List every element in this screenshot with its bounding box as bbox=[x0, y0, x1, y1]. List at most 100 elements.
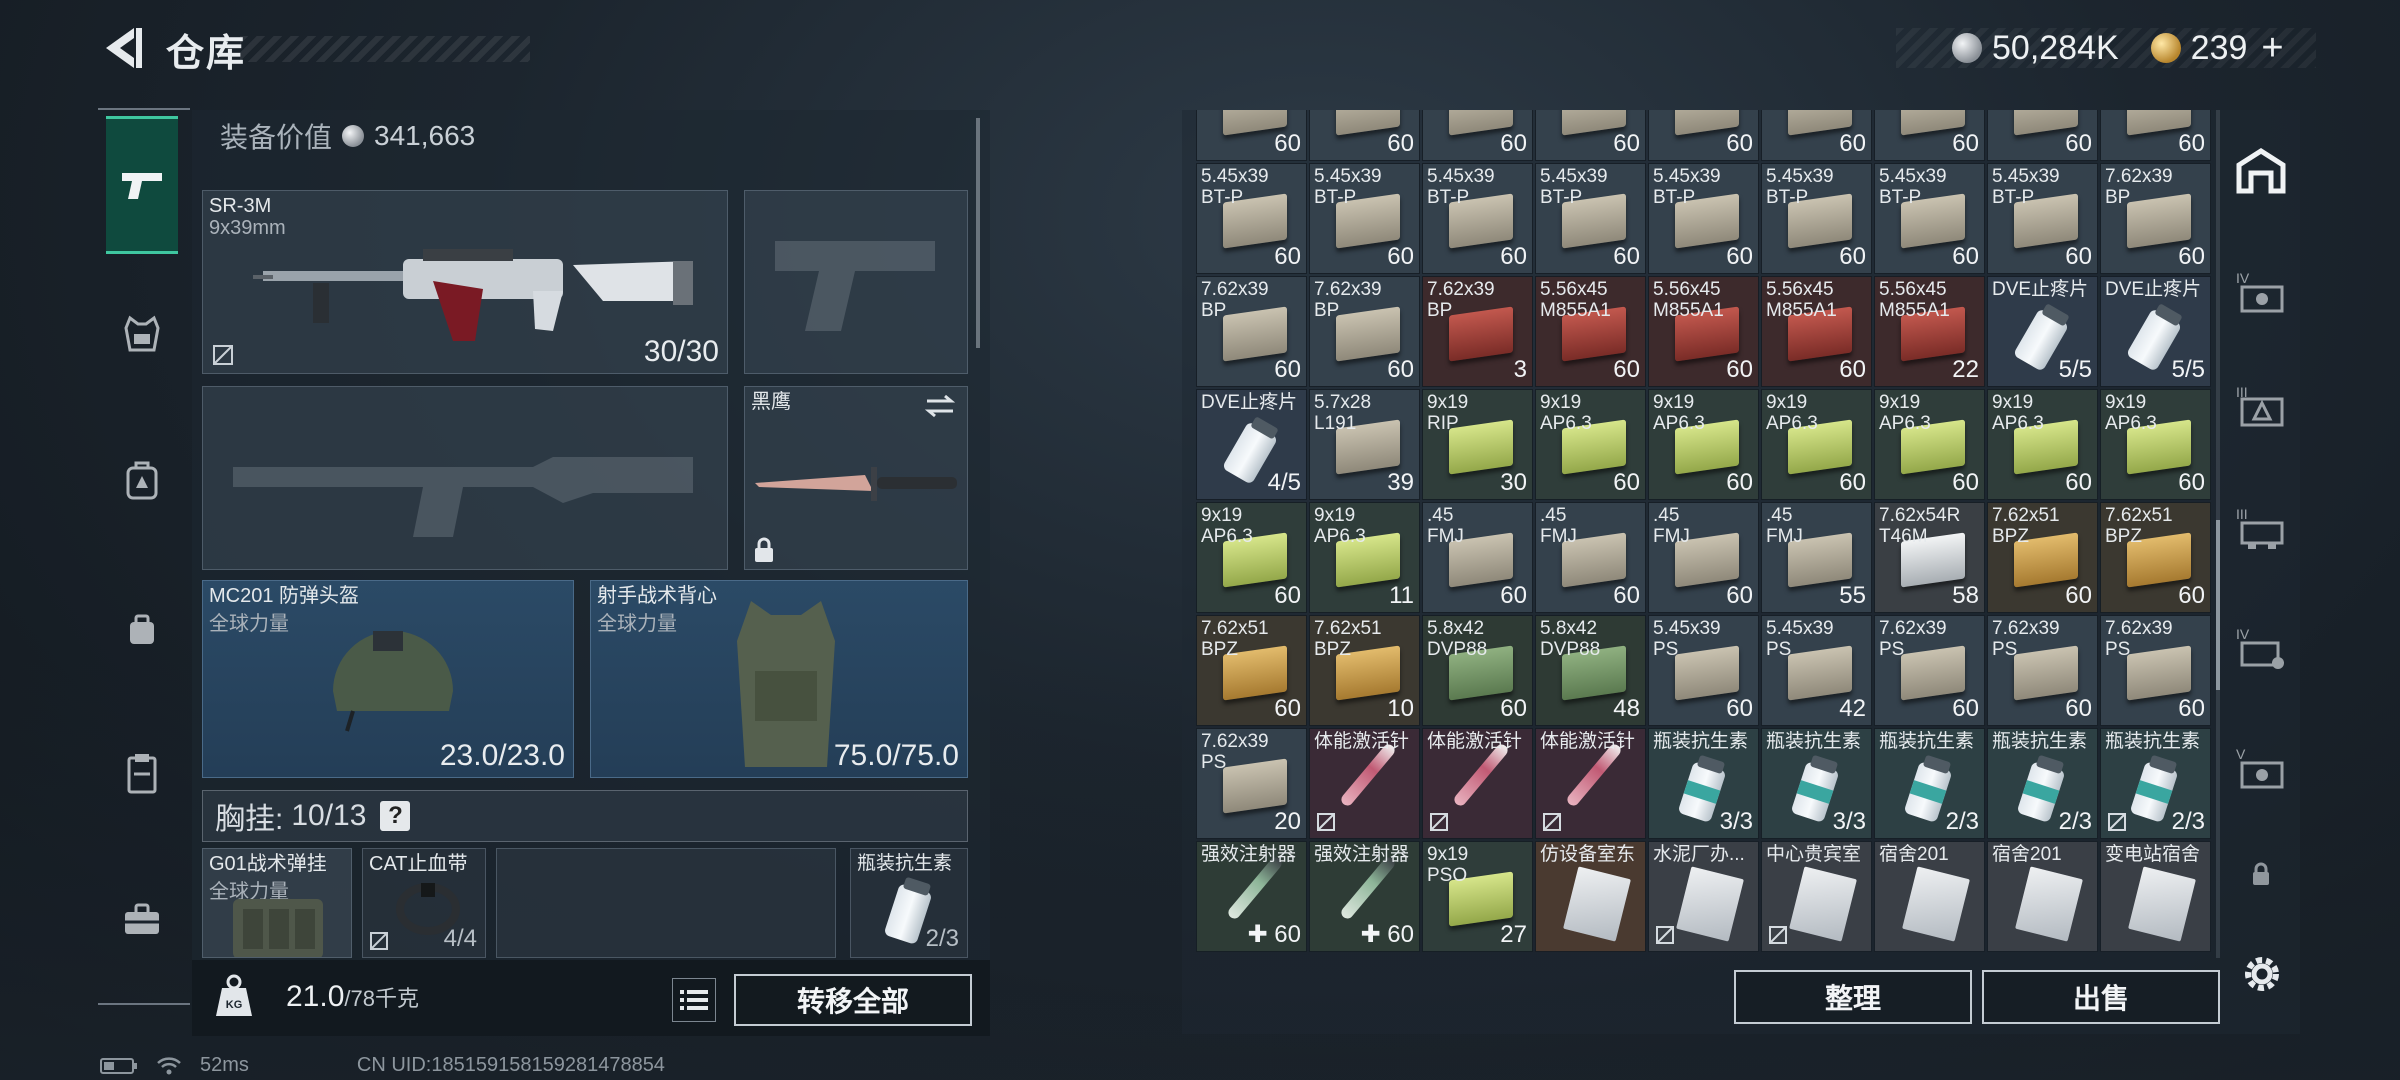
inventory-item[interactable]: 中心贵宾室 bbox=[1761, 841, 1872, 952]
inventory-item[interactable]: 5.45x39 BT-P 60 bbox=[1761, 163, 1872, 274]
inventory-item[interactable]: 9x19 AP6.3 60 bbox=[1648, 389, 1759, 500]
storage-tab-3b[interactable]: III bbox=[2228, 482, 2294, 572]
add-premium-button[interactable]: + bbox=[2261, 27, 2283, 70]
rig-item-slot[interactable]: CAT止血带 4/4 bbox=[362, 848, 486, 958]
inventory-item[interactable]: 7.62x54R T46M 58 bbox=[1874, 502, 1985, 613]
inventory-item[interactable]: 60 bbox=[1309, 110, 1420, 161]
inventory-item[interactable]: 9x19 AP6.3 60 bbox=[2100, 389, 2211, 500]
inventory-scrollbar-thumb[interactable] bbox=[2216, 520, 2220, 690]
inventory-item[interactable]: 5.45x39 BT-P 60 bbox=[1309, 163, 1420, 274]
storage-tab-5[interactable]: V bbox=[2228, 722, 2294, 812]
inventory-item[interactable]: 7.62x51 BPZ 60 bbox=[1987, 502, 2098, 613]
inventory-item[interactable]: 7.62x39 BP 60 bbox=[1309, 276, 1420, 387]
inventory-item[interactable]: 7.62x39 BP 3 bbox=[1422, 276, 1533, 387]
inventory-item[interactable]: 9x19 RIP 30 bbox=[1422, 389, 1533, 500]
inventory-item[interactable]: 水泥厂办... bbox=[1648, 841, 1759, 952]
inventory-item[interactable]: 5.56x45 M855A1 60 bbox=[1535, 276, 1646, 387]
inventory-item[interactable]: 宿舍201 bbox=[1987, 841, 2098, 952]
storage-tab-4b[interactable]: IV bbox=[2228, 602, 2294, 692]
inventory-item[interactable]: 5.45x39 BT-P 60 bbox=[1535, 163, 1646, 274]
inventory-item[interactable]: 7.62x51 BPZ 10 bbox=[1309, 615, 1420, 726]
inventory-item[interactable]: 7.62x39 PS 20 bbox=[1196, 728, 1307, 839]
inventory-item[interactable]: .45 FMJ 60 bbox=[1648, 502, 1759, 613]
inventory-item[interactable]: 5.45x39 BT-P 60 bbox=[1422, 163, 1533, 274]
inventory-item[interactable]: 60 bbox=[1422, 110, 1533, 161]
inventory-item[interactable]: 5.8x42 DVP88 60 bbox=[1422, 615, 1533, 726]
melee-slot[interactable]: 黑鹰 bbox=[744, 386, 968, 570]
inventory-item[interactable]: 7.62x51 BPZ 60 bbox=[2100, 502, 2211, 613]
inventory-item[interactable]: 变电站宿舍 bbox=[2100, 841, 2211, 952]
inventory-item[interactable]: 60 bbox=[1761, 110, 1872, 161]
vest-slot[interactable]: 射手战术背心 全球力量 75.0/75.0 bbox=[590, 580, 968, 778]
inventory-item[interactable]: 5.45x39 BT-P 60 bbox=[1196, 163, 1307, 274]
inventory-item[interactable]: DVE止疼片 4/5 bbox=[1196, 389, 1307, 500]
rig-item-slot[interactable]: 瓶装抗生素 2/3 bbox=[850, 848, 968, 958]
inventory-item[interactable]: 5.45x39 BT-P 60 bbox=[1987, 163, 2098, 274]
nav-toolbox-tab[interactable] bbox=[106, 884, 178, 956]
inventory-item[interactable]: 9x19 AP6.3 60 bbox=[1874, 389, 1985, 500]
inventory-item[interactable]: 7.62x51 BPZ 60 bbox=[1196, 615, 1307, 726]
settings-gear-icon[interactable] bbox=[2240, 952, 2284, 996]
inventory-item[interactable]: .45 FMJ 55 bbox=[1761, 502, 1872, 613]
help-icon[interactable]: ? bbox=[380, 801, 411, 831]
inventory-item[interactable]: 瓶装抗生素 2/3 bbox=[1987, 728, 2098, 839]
inventory-item[interactable]: 7.62x39 BP 60 bbox=[2100, 163, 2211, 274]
inventory-item[interactable]: 5.45x39 BT-P 60 bbox=[1648, 163, 1759, 274]
inventory-item[interactable]: 7.62x39 BP 60 bbox=[1196, 276, 1307, 387]
inventory-item[interactable]: 60 bbox=[1535, 110, 1646, 161]
inventory-item[interactable]: 60 bbox=[1196, 110, 1307, 161]
inventory-item[interactable]: 5.56x45 M855A1 22 bbox=[1874, 276, 1985, 387]
inventory-item[interactable]: 5.45x39 BT-P 60 bbox=[1874, 163, 1985, 274]
inventory-item[interactable]: 仿设备室东 bbox=[1535, 841, 1646, 952]
inventory-item[interactable]: 宿舍201 bbox=[1874, 841, 1985, 952]
swap-icon[interactable] bbox=[923, 393, 957, 419]
inventory-item[interactable]: .45 FMJ 60 bbox=[1535, 502, 1646, 613]
inventory-item[interactable]: 5.56x45 M855A1 60 bbox=[1648, 276, 1759, 387]
inventory-item[interactable]: DVE止疼片 5/5 bbox=[1987, 276, 2098, 387]
back-button[interactable] bbox=[96, 22, 146, 74]
nav-chest-rig-tab[interactable] bbox=[106, 298, 178, 370]
inventory-item[interactable]: 体能激活针 bbox=[1535, 728, 1646, 839]
nav-case-tab[interactable] bbox=[106, 738, 178, 810]
inventory-item[interactable]: 瓶装抗生素 2/3 bbox=[2100, 728, 2211, 839]
inventory-item[interactable]: 7.62x39 PS 60 bbox=[1987, 615, 2098, 726]
inventory-item[interactable]: 5.56x45 M855A1 60 bbox=[1761, 276, 1872, 387]
inventory-item[interactable]: 5.7x28 L191 39 bbox=[1309, 389, 1420, 500]
inventory-item[interactable]: 7.62x39 PS 60 bbox=[1874, 615, 1985, 726]
nav-backpack-tab[interactable] bbox=[106, 444, 178, 516]
inventory-item[interactable]: 瓶装抗生素 3/3 bbox=[1761, 728, 1872, 839]
inventory-item[interactable]: DVE止疼片 5/5 bbox=[2100, 276, 2211, 387]
inventory-item[interactable]: 7.62x39 PS 60 bbox=[2100, 615, 2211, 726]
nav-weapons-tab[interactable] bbox=[106, 116, 178, 254]
rig-item-slot[interactable]: G01战术弹挂 全球力量 bbox=[202, 848, 352, 958]
inventory-item[interactable]: 60 bbox=[2100, 110, 2211, 161]
nav-pouch-tab[interactable] bbox=[106, 594, 178, 666]
inventory-item[interactable]: 9x19 AP6.3 60 bbox=[1987, 389, 2098, 500]
inventory-item[interactable]: 9x19 AP6.3 60 bbox=[1196, 502, 1307, 613]
inventory-item[interactable]: 9x19 PSO 27 bbox=[1422, 841, 1533, 952]
inventory-item[interactable]: 5.8x42 DVP88 48 bbox=[1535, 615, 1646, 726]
inventory-item[interactable]: 60 bbox=[1648, 110, 1759, 161]
inventory-item[interactable]: 5.45x39 PS 42 bbox=[1761, 615, 1872, 726]
inventory-item[interactable]: 强效注射器 ✚ 60 bbox=[1196, 841, 1307, 952]
sell-button[interactable]: 出售 bbox=[1982, 970, 2220, 1024]
inventory-item[interactable]: 9x19 AP6.3 11 bbox=[1309, 502, 1420, 613]
storage-tab-main[interactable] bbox=[2228, 126, 2294, 216]
primary-weapon-slot[interactable]: SR-3M 9x39mm 30/30 bbox=[202, 190, 728, 374]
pistol-slot[interactable] bbox=[744, 190, 968, 374]
helmet-slot[interactable]: MC201 防弹头盔 全球力量 23.0/23.0 bbox=[202, 580, 574, 778]
inventory-item[interactable]: 5.45x39 PS 60 bbox=[1648, 615, 1759, 726]
inventory-item[interactable]: 60 bbox=[1987, 110, 2098, 161]
inventory-item[interactable]: 体能激活针 bbox=[1309, 728, 1420, 839]
inventory-item[interactable]: 60 bbox=[1874, 110, 1985, 161]
inventory-item[interactable]: 瓶装抗生素 3/3 bbox=[1648, 728, 1759, 839]
list-view-button[interactable] bbox=[672, 978, 716, 1022]
sort-button[interactable]: 整理 bbox=[1734, 970, 1972, 1024]
equipment-scrollbar[interactable] bbox=[976, 118, 980, 348]
transfer-all-button[interactable]: 转移全部 bbox=[734, 974, 972, 1026]
inventory-item[interactable]: 强效注射器 ✚ 60 bbox=[1309, 841, 1420, 952]
storage-tab-locked[interactable] bbox=[2228, 844, 2294, 904]
inventory-item[interactable]: 瓶装抗生素 2/3 bbox=[1874, 728, 1985, 839]
inventory-item[interactable]: .45 FMJ 60 bbox=[1422, 502, 1533, 613]
inventory-item[interactable]: 9x19 AP6.3 60 bbox=[1761, 389, 1872, 500]
